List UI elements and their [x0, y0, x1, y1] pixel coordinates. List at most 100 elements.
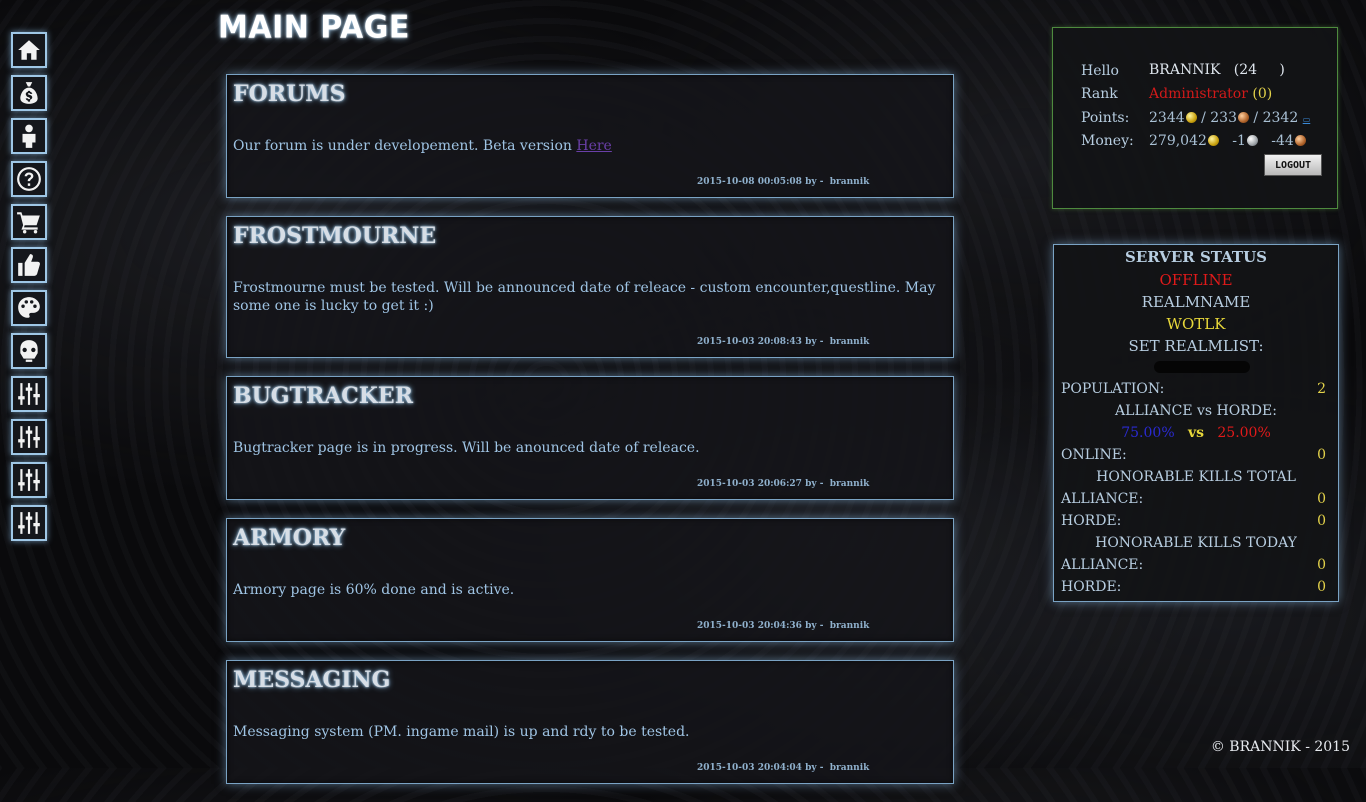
- nav-home-button[interactable]: [11, 32, 47, 68]
- realmlist-value-redacted: [1154, 361, 1250, 373]
- nav-profile-button[interactable]: [11, 118, 47, 154]
- news-title: ARMORY: [233, 525, 346, 551]
- sliders-icon: [18, 469, 40, 491]
- home-icon: [18, 40, 40, 60]
- logout-button[interactable]: LOGOUT: [1264, 154, 1322, 176]
- news-meta: 2015-10-03 20:08:43 by - brannik: [697, 337, 869, 347]
- news-date: 2015-10-03 20:06:27: [697, 479, 802, 489]
- user-name-row: BRANNIK (24 ): [1149, 62, 1285, 78]
- user-level-close: ): [1279, 62, 1285, 78]
- horde-percent: 25.00%: [1217, 425, 1271, 441]
- money-silver: -1: [1232, 133, 1246, 149]
- nav-settings-button-3[interactable]: [11, 462, 47, 498]
- realm-label: REALMNAME: [1141, 293, 1251, 311]
- points-third: / 2342: [1248, 110, 1299, 126]
- news-text: Our forum is under developement. Beta ve…: [233, 138, 577, 154]
- hk-today-horde-value: 0: [1317, 579, 1326, 595]
- money-row: 279,042 -1 -44: [1149, 133, 1306, 149]
- points-second: / 233: [1196, 110, 1237, 126]
- hk-today-alliance-row: ALLIANCE: 0: [1054, 557, 1338, 577]
- gold-coin-icon: [1185, 112, 1197, 123]
- news-body: Bugtracker page is in progress. Will be …: [233, 440, 700, 456]
- news-item: MESSAGING Messaging system (PM. ingame m…: [226, 660, 954, 784]
- news-meta: 2015-10-03 20:04:36 by - brannik: [697, 621, 869, 631]
- user-level-open: (24: [1233, 62, 1258, 78]
- news-author: brannik: [829, 621, 870, 631]
- news-body: Messaging system (PM. ingame mail) is up…: [233, 724, 690, 740]
- news-author: brannik: [829, 763, 870, 773]
- vs-label: vs: [1187, 425, 1205, 441]
- points-gold: 2344: [1149, 110, 1185, 126]
- news-body: Frostmourne must be tested. Will be anno…: [233, 280, 936, 314]
- realmlist-label: SET REALMLIST:: [1128, 337, 1264, 355]
- news-body: Our forum is under developement. Beta ve…: [233, 137, 943, 155]
- points-label: Points:: [1081, 110, 1130, 126]
- user-icon: [22, 124, 36, 148]
- hk-today-alliance-value: 0: [1317, 557, 1326, 573]
- hello-label: Hello: [1081, 63, 1119, 79]
- news-author: brannik: [829, 337, 870, 347]
- rank-label: Rank: [1081, 86, 1118, 102]
- nav-settings-button-1[interactable]: [11, 376, 47, 412]
- news-meta: 2015-10-08 00:05:08 by - brannik: [697, 177, 869, 187]
- server-status-panel: SERVER STATUS OFFLINE REALMNAME WOTLK SE…: [1053, 244, 1339, 602]
- nav-help-button[interactable]: [11, 161, 47, 197]
- palette-icon: [18, 297, 40, 318]
- help-icon: [17, 167, 41, 191]
- news-item: FROSTMOURNE Frostmourne must be tested. …: [226, 216, 954, 358]
- copper-coin-icon: [1294, 135, 1306, 146]
- server-state: OFFLINE: [1159, 271, 1233, 289]
- news-author: brannik: [829, 177, 870, 187]
- gold-coin-icon: [1207, 135, 1219, 146]
- hk-total-alliance-row: ALLIANCE: 0: [1054, 491, 1338, 511]
- news-date: 2015-10-03 20:08:43: [697, 337, 802, 347]
- hk-total-horde-row: HORDE: 0: [1054, 513, 1338, 533]
- news-title: FORUMS: [233, 81, 346, 107]
- news-date: 2015-10-03 20:04:04: [697, 763, 802, 773]
- news-body: Armory page is 60% done and is active.: [233, 582, 515, 598]
- rank-value: Administrator: [1149, 86, 1248, 102]
- nav-shop-button[interactable]: [11, 204, 47, 240]
- population-value: 2: [1317, 381, 1326, 397]
- thumbs-up-icon: [18, 254, 40, 276]
- hk-total-horde-value: 0: [1317, 513, 1326, 529]
- nav-money-button[interactable]: [11, 75, 47, 111]
- hk-total-alliance-label: ALLIANCE:: [1061, 491, 1144, 507]
- news-by: by -: [805, 763, 824, 773]
- news-list: FORUMS Our forum is under developement. …: [226, 74, 954, 802]
- money-gold: 279,042: [1149, 133, 1207, 149]
- factions-ratio: 75.00% vs 25.00%: [1054, 425, 1338, 445]
- news-author: brannik: [829, 479, 870, 489]
- news-item: BUGTRACKER Bugtracker page is in progres…: [226, 376, 954, 500]
- hk-total-alliance-value: 0: [1317, 491, 1326, 507]
- hk-today-horde-label: HORDE:: [1061, 579, 1122, 595]
- forum-beta-link[interactable]: Here: [576, 138, 611, 154]
- money-bag-icon: [20, 82, 38, 104]
- points-row: 2344 / 233 / 2342 ▭: [1149, 110, 1310, 126]
- nav-settings-button-4[interactable]: [11, 505, 47, 541]
- online-row: ONLINE: 0: [1054, 447, 1338, 467]
- hk-today-label: HONORABLE KILLS TODAY: [1095, 535, 1297, 551]
- money-copper: -44: [1271, 133, 1294, 149]
- sliders-icon: [18, 426, 40, 448]
- sliders-icon: [18, 383, 40, 405]
- hk-today-horde-row: HORDE: 0: [1054, 579, 1338, 599]
- nav-customize-button[interactable]: [11, 290, 47, 326]
- nav-armory-button[interactable]: [11, 333, 47, 369]
- news-date: 2015-10-08 00:05:08: [697, 177, 802, 187]
- page-title: MAIN PAGE: [218, 9, 410, 46]
- hk-total-label: HONORABLE KILLS TOTAL: [1096, 469, 1296, 485]
- sliders-icon: [18, 512, 40, 534]
- news-title: FROSTMOURNE: [233, 223, 437, 249]
- nav-vote-button[interactable]: [11, 247, 47, 283]
- news-item: FORUMS Our forum is under developement. …: [226, 74, 954, 198]
- vote-badge-icon: ▭: [1302, 115, 1311, 124]
- news-by: by -: [805, 479, 824, 489]
- server-status-title: SERVER STATUS: [1124, 248, 1268, 266]
- news-date: 2015-10-03 20:04:36: [697, 621, 802, 631]
- user-name[interactable]: BRANNIK: [1149, 62, 1220, 78]
- footer-copyright: © BRANNIK - 2015: [1210, 739, 1350, 755]
- nav-settings-button-2[interactable]: [11, 419, 47, 455]
- news-by: by -: [805, 177, 824, 187]
- news-title: BUGTRACKER: [233, 383, 413, 409]
